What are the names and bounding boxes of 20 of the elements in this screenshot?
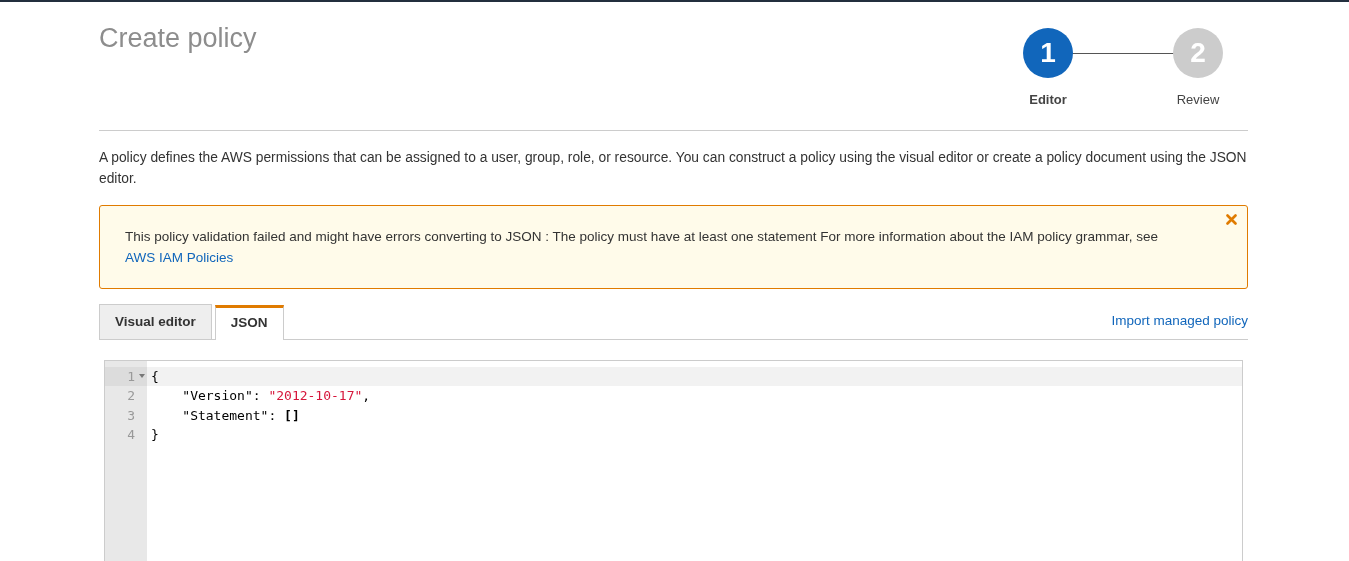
policy-docs-link[interactable]: AWS IAM Policies (125, 246, 234, 268)
step-circle: 1 (1023, 28, 1073, 78)
editor-tab[interactable]: Visual editor (99, 303, 212, 339)
code-line: "Statement": [] (181, 406, 301, 425)
line-number: 3 (127, 407, 135, 423)
code-line: } (150, 426, 160, 445)
description-text: A policy defines the AWS permissions that can be assigned to a user, group, role, or resource. You can construct a policy using the visual editor or create a policy document using the JSON editor. (99, 148, 1248, 188)
alert-message: This policy validation failed and might have errors converting to JSON : The policy must have at least one statement For more information about the IAM policy grammar, see (125, 228, 1158, 244)
line-number: 1 (127, 368, 135, 384)
line-number: 2 (127, 388, 135, 404)
line-number: 4 (127, 427, 135, 443)
page-title: Create policy (99, 22, 257, 55)
import-policy-link[interactable]: Import managed policy (1111, 311, 1248, 332)
code-editor[interactable]: 1 2 3 4 { "Version": "2012-10-17", "Statement": [] } (104, 359, 1243, 561)
step-label: Review (1175, 91, 1221, 109)
fold-icon[interactable] (139, 373, 145, 378)
step-label: Editor (1028, 91, 1068, 109)
code-line: "Version": "2012-10-17", (181, 387, 372, 406)
close-button[interactable] (1226, 213, 1237, 225)
editor-tab[interactable]: JSON (214, 304, 284, 340)
